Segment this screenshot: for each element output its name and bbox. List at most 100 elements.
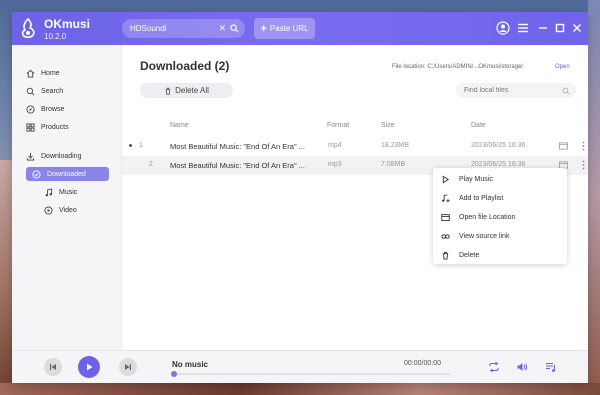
- row-name: Most Beautiful Music: "End Of An Era" ..…: [170, 142, 305, 151]
- open-folder-link[interactable]: Open: [555, 64, 570, 70]
- next-button[interactable]: [119, 358, 137, 376]
- sidebar-item-label: Downloading: [41, 152, 82, 160]
- maximize-icon[interactable]: [553, 21, 567, 35]
- menu-item-play-music[interactable]: Play Music: [433, 170, 567, 188]
- delete-all-button[interactable]: Delete All: [140, 83, 233, 98]
- search-bar[interactable]: ✕: [122, 19, 245, 38]
- row-index: 2: [149, 161, 153, 168]
- okmusi-logo-icon: [21, 18, 35, 38]
- search-icon: [26, 87, 35, 95]
- more-options-icon[interactable]: [582, 141, 585, 151]
- sidebar-item-music[interactable]: Music: [44, 185, 77, 199]
- folder-icon: [441, 213, 450, 221]
- video-play-icon: [44, 205, 53, 215]
- plus-icon: +: [260, 22, 267, 35]
- sidebar: Home Search Browse Products Downloading …: [12, 45, 122, 350]
- now-playing-title: No music: [172, 360, 209, 369]
- column-header-size[interactable]: Size: [381, 122, 395, 129]
- menu-item-label: Add to Playlist: [459, 194, 504, 202]
- menu-item-open-file-location[interactable]: Open file Location: [433, 208, 567, 226]
- find-local-input[interactable]: [464, 87, 562, 94]
- playlist-icon[interactable]: [545, 361, 557, 373]
- link-icon: [441, 233, 450, 239]
- table-row[interactable]: 1 Most Beautiful Music: "End Of An Era" …: [122, 137, 588, 156]
- trash-icon: [165, 87, 171, 95]
- player-bar: No music 00:00/00:00: [12, 350, 588, 383]
- menu-icon[interactable]: [516, 21, 530, 35]
- play-icon: [87, 363, 93, 371]
- sidebar-item-products[interactable]: Products: [26, 120, 69, 134]
- clear-search-icon[interactable]: ✕: [218, 23, 226, 34]
- progress-bar[interactable]: [172, 373, 450, 375]
- row-bullet: [129, 144, 132, 147]
- menu-item-add-to-playlist[interactable]: Add to Playlist: [433, 189, 567, 207]
- row-index: 1: [139, 142, 143, 149]
- delete-all-label: Delete All: [175, 86, 209, 95]
- search-input[interactable]: [130, 24, 219, 33]
- row-format: mp3: [328, 161, 342, 168]
- sidebar-item-label: Music: [59, 188, 78, 196]
- sidebar-item-label: Home: [41, 69, 60, 77]
- sidebar-item-label: Search: [41, 87, 64, 95]
- sidebar-item-label: Browse: [41, 105, 65, 113]
- row-size: 7.08MB: [381, 161, 406, 168]
- row-format: mp4: [328, 142, 342, 149]
- app-name: OKmusi: [44, 17, 91, 31]
- column-header-format[interactable]: Format: [327, 122, 349, 129]
- sidebar-item-label: Video: [59, 206, 77, 214]
- trash-icon: [442, 251, 449, 260]
- user-icon[interactable]: [496, 21, 510, 35]
- play-button[interactable]: [78, 356, 100, 378]
- column-header-date[interactable]: Date: [471, 122, 486, 129]
- sidebar-item-search[interactable]: Search: [26, 84, 63, 98]
- products-icon: [26, 122, 35, 132]
- next-icon: [125, 364, 131, 370]
- row-size: 18.23MB: [381, 142, 410, 149]
- add-playlist-icon: [442, 193, 450, 202]
- sidebar-item-label: Products: [41, 123, 69, 131]
- desktop-wallpaper-right: [588, 0, 600, 395]
- row-date: 2023/06/25 16:36: [471, 142, 526, 149]
- app-version: 10.2.0: [44, 32, 67, 41]
- download-icon: [26, 152, 35, 161]
- menu-item-view-source-link[interactable]: View source link: [433, 227, 567, 245]
- more-options-icon[interactable]: [582, 160, 585, 170]
- previous-icon: [50, 364, 56, 370]
- search-icon[interactable]: [230, 24, 239, 33]
- desktop-wallpaper-left: [0, 160, 12, 395]
- sidebar-item-browse[interactable]: Browse: [26, 102, 64, 116]
- sidebar-item-home[interactable]: Home: [26, 66, 60, 80]
- title-bar: OKmusi 10.2.0 ✕ + Paste URL: [12, 12, 588, 45]
- menu-item-delete[interactable]: Delete: [433, 246, 567, 264]
- paste-url-button[interactable]: + Paste URL: [254, 18, 315, 39]
- context-menu: Play Music Add to Playlist Open file Loc…: [433, 168, 567, 264]
- music-note-icon: [45, 187, 53, 196]
- menu-item-label: Delete: [459, 251, 480, 259]
- column-header-name[interactable]: Name: [170, 122, 189, 129]
- menu-item-label: View source link: [459, 232, 510, 240]
- page-title: Downloaded (2): [140, 59, 230, 73]
- paste-url-label: Paste URL: [269, 24, 309, 33]
- play-icon: [442, 175, 450, 183]
- find-local-files[interactable]: [456, 83, 576, 98]
- home-icon: [26, 69, 35, 78]
- sidebar-item-label: Downloaded: [47, 170, 86, 178]
- volume-icon[interactable]: [516, 361, 528, 373]
- sidebar-item-downloaded[interactable]: Downloaded: [26, 167, 109, 181]
- repeat-icon[interactable]: [488, 361, 500, 373]
- desktop-wallpaper-bottom: [0, 383, 600, 395]
- previous-button[interactable]: [44, 358, 62, 376]
- progress-knob[interactable]: [171, 371, 177, 377]
- folder-icon[interactable]: [559, 142, 568, 150]
- app-window: OKmusi 10.2.0 ✕ + Paste URL: [12, 12, 588, 383]
- check-circle-icon: [32, 169, 41, 179]
- sidebar-item-downloading[interactable]: Downloading: [26, 149, 81, 163]
- menu-item-label: Play Music: [459, 175, 493, 183]
- search-icon[interactable]: [562, 87, 570, 95]
- playback-time: 00:00/00:00: [404, 360, 441, 367]
- browse-icon: [26, 104, 35, 114]
- minimize-icon[interactable]: [536, 21, 550, 35]
- close-icon[interactable]: [570, 21, 584, 35]
- sidebar-item-video[interactable]: Video: [44, 203, 77, 217]
- row-name: Most Beautiful Music: "End Of An Era" ..…: [170, 161, 305, 170]
